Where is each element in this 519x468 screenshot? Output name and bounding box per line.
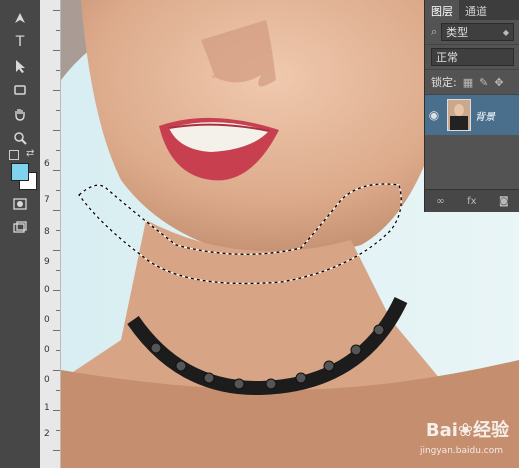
ruler-label: 8 — [44, 227, 50, 237]
foreground-color-swatch[interactable] — [11, 163, 29, 181]
ruler-label: 0 — [44, 345, 50, 355]
ruler-label: 0 — [44, 285, 50, 295]
rectangle-icon[interactable] — [10, 80, 30, 100]
ruler-label: 1 — [44, 403, 50, 413]
tool-bar: T ⇄ — [0, 0, 41, 468]
lock-brush-icon[interactable]: ✎ — [479, 76, 488, 89]
watermark-suffix: 经验 — [473, 420, 509, 441]
swap-colors-icon[interactable]: ⇄ — [26, 148, 34, 159]
chevron-down-icon: ◆ — [502, 27, 509, 37]
tab-layers[interactable]: 图层 — [425, 0, 459, 20]
layer-filter-value: 类型 — [446, 26, 469, 39]
link-layers-icon[interactable]: ∞ — [436, 196, 444, 207]
type-tool-label: T — [15, 34, 25, 50]
blend-mode-value: 正常 — [436, 51, 458, 64]
ruler-label: 9 — [44, 257, 50, 267]
paw-icon: ❀ — [457, 420, 473, 441]
eye-icon[interactable]: ◉ — [425, 108, 443, 122]
screen-mode-icon[interactable] — [10, 218, 30, 238]
layer-filter-select[interactable]: 类型 ◆ — [441, 23, 514, 41]
ruler-label: 7 — [44, 195, 50, 205]
fx-icon[interactable]: fx — [467, 196, 476, 207]
baidu-watermark: Bai❀经验 — [426, 416, 509, 442]
lock-label: 锁定: — [431, 76, 457, 89]
lock-position-icon[interactable]: ✥ — [494, 76, 503, 89]
filter-row: ⌕ 类型 ◆ — [425, 20, 519, 45]
quick-mask-icon[interactable] — [10, 194, 30, 214]
type-tool-icon[interactable]: T — [10, 32, 30, 52]
ruler-label: 6 — [44, 159, 50, 169]
lock-row: 锁定: ▦ ✎ ✥ — [425, 70, 519, 95]
watermark-prefix: Bai — [425, 420, 458, 441]
vertical-ruler: 6 7 8 9 0 0 0 0 1 2 — [40, 0, 61, 468]
layers-panel: 图层 通道 ⌕ 类型 ◆ 正常 锁定: ▦ ✎ ✥ ◉ 背景 ∞ fx ◙ — [424, 0, 519, 212]
blend-mode-select[interactable]: 正常 — [431, 48, 514, 66]
search-icon: ⌕ — [431, 25, 438, 38]
panel-tabs: 图层 通道 — [425, 0, 519, 20]
tab-channels[interactable]: 通道 — [459, 0, 493, 20]
layer-row-background[interactable]: ◉ 背景 — [425, 95, 519, 135]
layer-thumbnail — [447, 99, 471, 131]
ruler-label: 2 — [44, 429, 50, 439]
blend-mode-row: 正常 — [425, 45, 519, 70]
ruler-label: 0 — [44, 315, 50, 325]
watermark-url: jingyan.baidu.com — [419, 446, 503, 456]
zoom-icon[interactable] — [10, 128, 30, 148]
panel-footer: ∞ fx ◙ — [425, 189, 519, 212]
mask-icon[interactable]: ◙ — [499, 196, 509, 207]
arrow-icon[interactable] — [10, 56, 30, 76]
layer-name: 背景 — [475, 111, 495, 123]
pen-icon[interactable] — [10, 8, 30, 28]
hand-icon[interactable] — [10, 104, 30, 124]
ruler-label: 0 — [44, 375, 50, 385]
default-colors-icon[interactable] — [9, 150, 19, 160]
lock-pixels-icon[interactable]: ▦ — [463, 76, 473, 89]
